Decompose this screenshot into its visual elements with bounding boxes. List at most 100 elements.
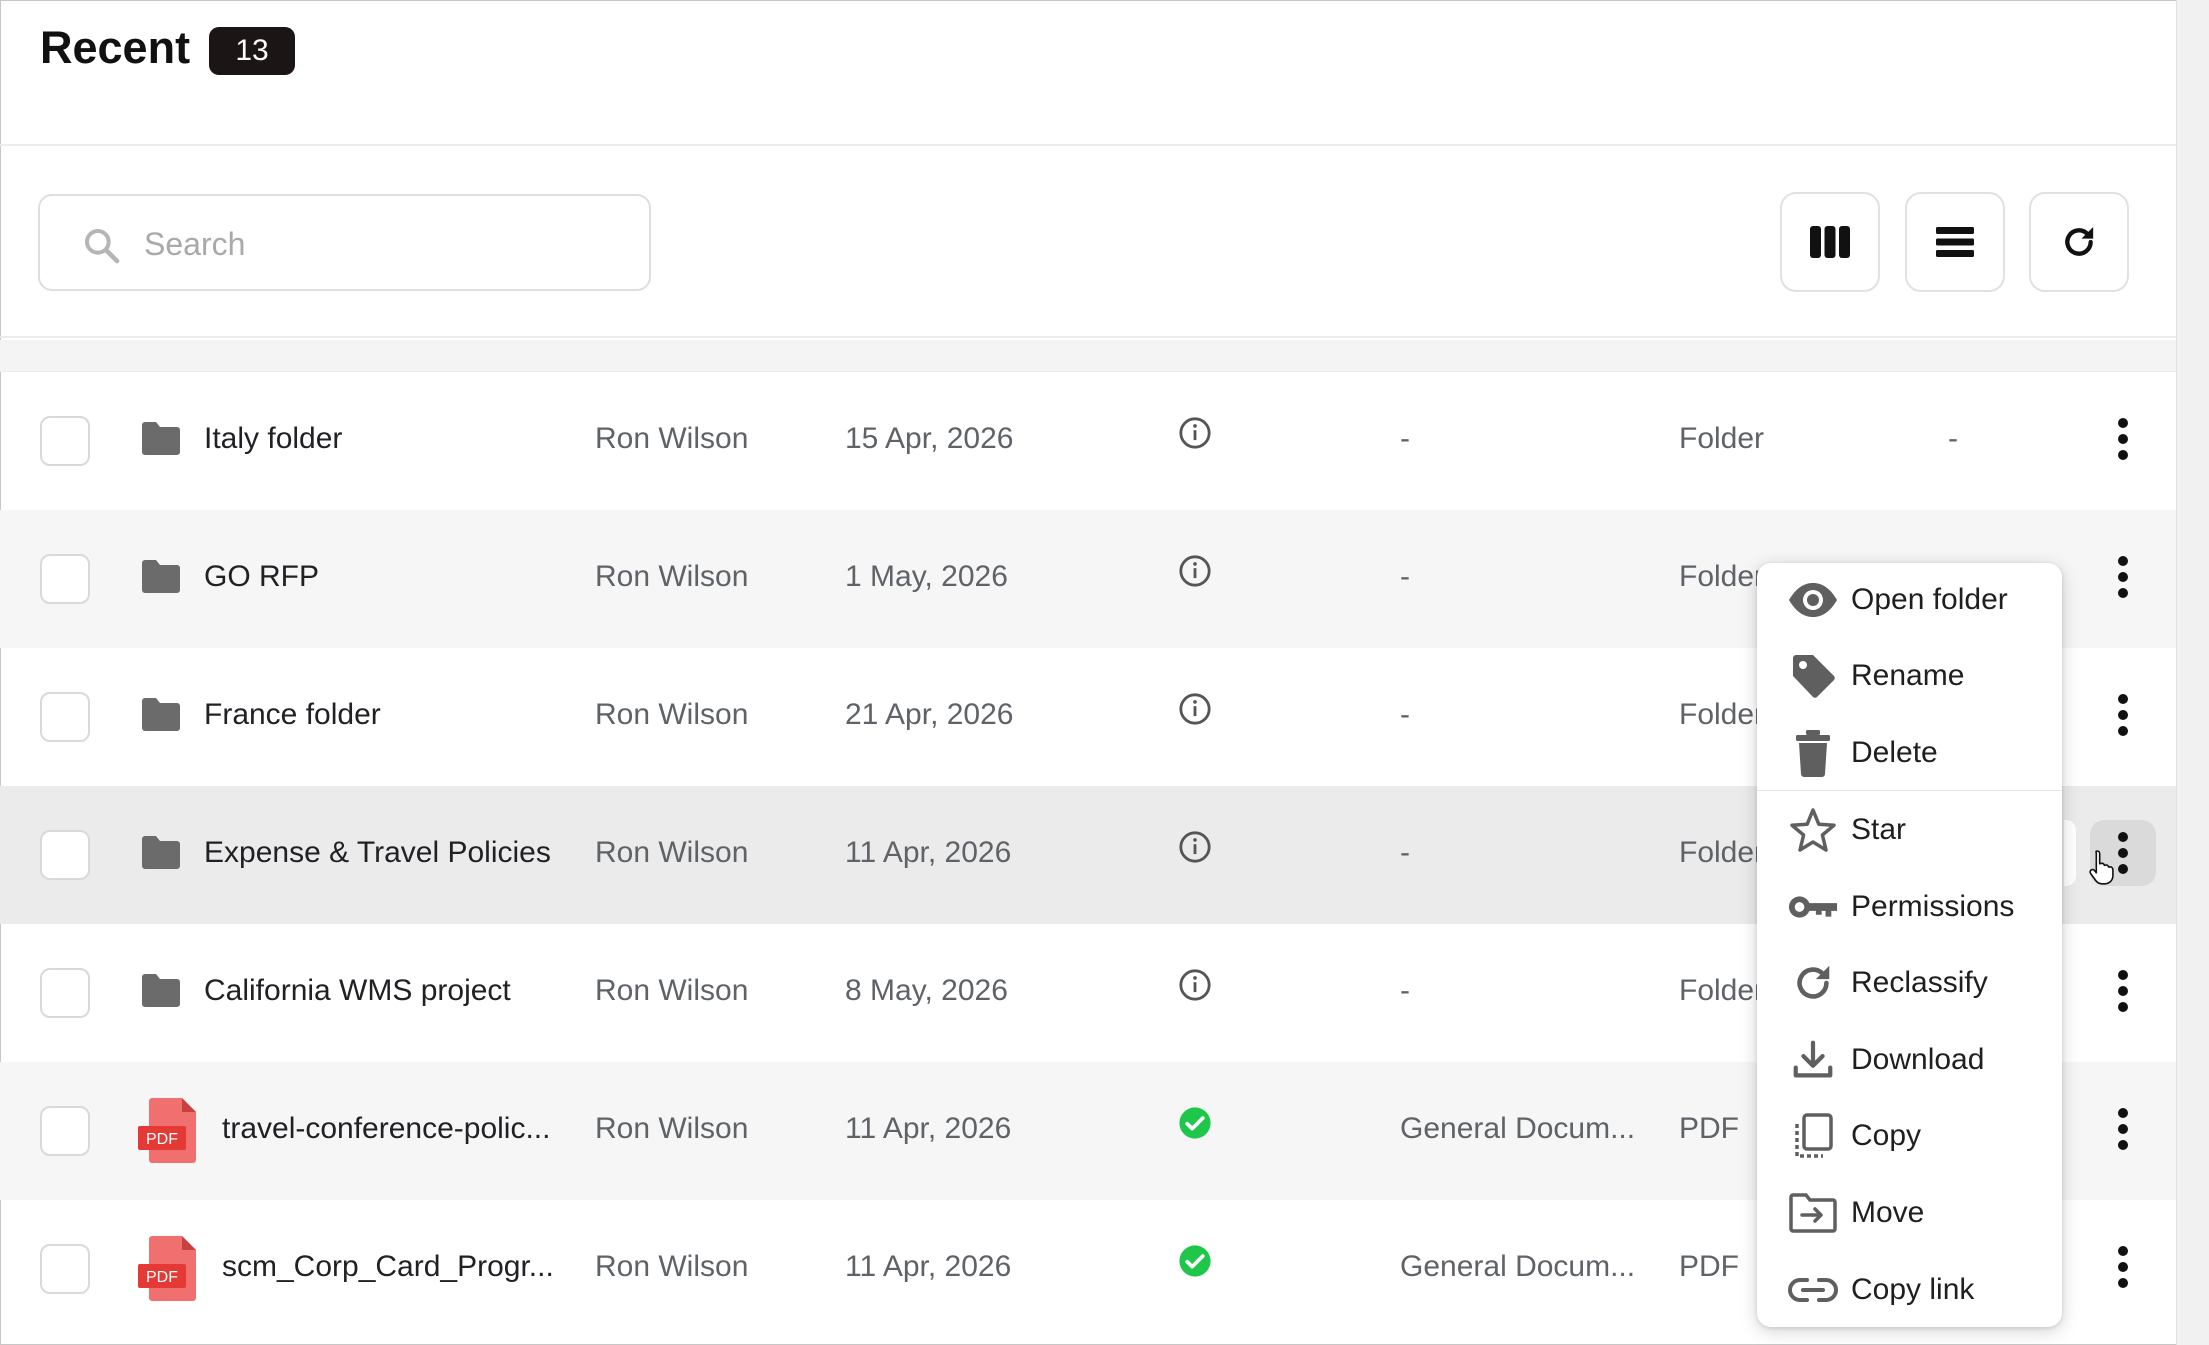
toolbar — [0, 148, 2176, 338]
menu-item-reclassify[interactable]: Reclassify — [1757, 946, 2062, 1020]
row-more-button[interactable] — [2090, 544, 2156, 610]
more-vertical-icon — [2118, 1246, 2128, 1288]
more-vertical-icon — [2118, 694, 2128, 736]
row-name[interactable]: GO RFP — [204, 560, 319, 594]
more-vertical-icon — [2118, 832, 2128, 874]
row-type: Folder — [1679, 560, 1765, 593]
row-type: Folder — [1679, 974, 1765, 1007]
page-header: Recent 13 — [0, 0, 2176, 146]
vertical-scrollbar[interactable] — [2176, 0, 2209, 1345]
row-date: 15 Apr, 2026 — [845, 422, 1014, 455]
check-circle-icon — [1179, 1245, 1211, 1277]
row-name[interactable]: scm_Corp_Card_Progr... — [222, 1250, 554, 1284]
row-checkbox[interactable] — [40, 692, 90, 742]
row-owner: Ron Wilson — [595, 836, 749, 869]
menu-item-open-folder[interactable]: Open folder — [1757, 563, 2062, 637]
menu-item-label: Permissions — [1851, 890, 2015, 923]
search-box[interactable] — [38, 194, 651, 291]
row-date: 11 Apr, 2026 — [845, 1112, 1012, 1145]
more-vertical-icon — [2118, 556, 2128, 598]
row-checkbox[interactable] — [40, 416, 90, 466]
page-title: Recent — [40, 22, 191, 73]
info-icon[interactable] — [1178, 692, 1212, 726]
row-classification: General Docum... — [1400, 1250, 1636, 1283]
row-checkbox[interactable] — [40, 1244, 90, 1294]
row-type: PDF — [1679, 1250, 1739, 1283]
menu-item-delete[interactable]: Delete — [1757, 716, 2062, 790]
list-view-icon — [1936, 227, 1974, 257]
menu-item-copy-link[interactable]: Copy link — [1757, 1253, 2062, 1327]
list-view-button[interactable] — [1905, 192, 2005, 292]
row-more-button[interactable] — [2090, 1234, 2156, 1300]
refresh-icon — [2065, 227, 2094, 256]
row-more-button[interactable] — [2090, 958, 2156, 1024]
row-type: Folder — [1679, 698, 1765, 731]
menu-item-label: Delete — [1851, 736, 1938, 769]
menu-item-copy[interactable]: Copy — [1757, 1099, 2062, 1173]
row-size: - — [1948, 422, 1958, 455]
row-owner: Ron Wilson — [595, 698, 749, 731]
star-icon — [1787, 807, 1839, 853]
row-type: Folder — [1679, 422, 1765, 455]
search-input[interactable] — [144, 216, 624, 272]
key-icon — [1787, 884, 1839, 930]
folder-icon — [142, 422, 180, 455]
menu-item-label: Reclassify — [1851, 966, 1988, 999]
menu-item-label: Copy — [1851, 1119, 1922, 1152]
row-checkbox[interactable] — [40, 968, 90, 1018]
menu-item-label: Move — [1851, 1196, 1925, 1229]
refresh-button[interactable] — [2029, 192, 2129, 292]
menu-item-label: Rename — [1851, 659, 1965, 692]
menu-item-move[interactable]: Move — [1757, 1176, 2062, 1250]
row-classification: General Docum... — [1400, 1112, 1636, 1145]
columns-view-icon — [1810, 226, 1850, 258]
table-row[interactable]: Italy folder Ron Wilson 15 Apr, 2026 - F… — [0, 372, 2176, 510]
link-icon — [1787, 1267, 1839, 1313]
trash-icon — [1787, 730, 1839, 777]
row-more-button[interactable] — [2090, 406, 2156, 472]
download-icon — [1787, 1037, 1839, 1083]
info-icon[interactable] — [1178, 416, 1212, 450]
row-checkbox[interactable] — [40, 830, 90, 880]
row-name[interactable]: California WMS project — [204, 974, 511, 1008]
hand-cursor-icon — [2089, 850, 2114, 885]
row-owner: Ron Wilson — [595, 1250, 749, 1283]
menu-item-download[interactable]: Download — [1757, 1023, 2062, 1097]
columns-view-button[interactable] — [1780, 192, 1880, 292]
info-icon[interactable] — [1178, 830, 1212, 864]
row-date: 11 Apr, 2026 — [845, 836, 1012, 869]
menu-item-label: Copy link — [1851, 1273, 1975, 1306]
item-count-badge: 13 — [209, 27, 295, 75]
row-date: 21 Apr, 2026 — [845, 698, 1014, 731]
info-icon[interactable] — [1178, 554, 1212, 588]
menu-item-star[interactable]: Star — [1757, 793, 2062, 867]
row-owner: Ron Wilson — [595, 974, 749, 1007]
row-name[interactable]: travel-conference-polic... — [222, 1112, 550, 1146]
row-name[interactable]: Italy folder — [204, 422, 342, 456]
row-checkbox[interactable] — [40, 554, 90, 604]
eye-icon — [1787, 577, 1839, 623]
reclassify-icon — [1787, 960, 1839, 1006]
more-vertical-icon — [2118, 1108, 2128, 1150]
pdf-badge-label: PDF — [146, 1269, 178, 1286]
pdf-file-icon: PDF — [138, 1236, 196, 1301]
folder-icon — [142, 698, 180, 731]
menu-item-permissions[interactable]: Permissions — [1757, 870, 2062, 944]
row-more-button[interactable] — [2090, 682, 2156, 748]
row-checkbox[interactable] — [40, 1106, 90, 1156]
row-date: 1 May, 2026 — [845, 560, 1008, 593]
move-icon — [1787, 1190, 1839, 1236]
row-name[interactable]: France folder — [204, 698, 381, 732]
folder-icon — [142, 836, 180, 869]
search-icon — [85, 229, 120, 264]
menu-item-rename[interactable]: Rename — [1757, 639, 2062, 713]
row-classification: - — [1400, 422, 1410, 455]
info-icon[interactable] — [1178, 968, 1212, 1002]
row-more-button[interactable] — [2090, 1096, 2156, 1162]
row-name[interactable]: Expense & Travel Policies — [204, 836, 551, 870]
row-classification: - — [1400, 698, 1410, 731]
row-classification: - — [1400, 836, 1410, 869]
folder-icon — [142, 974, 180, 1007]
row-owner: Ron Wilson — [595, 560, 749, 593]
row-classification: - — [1400, 974, 1410, 1007]
